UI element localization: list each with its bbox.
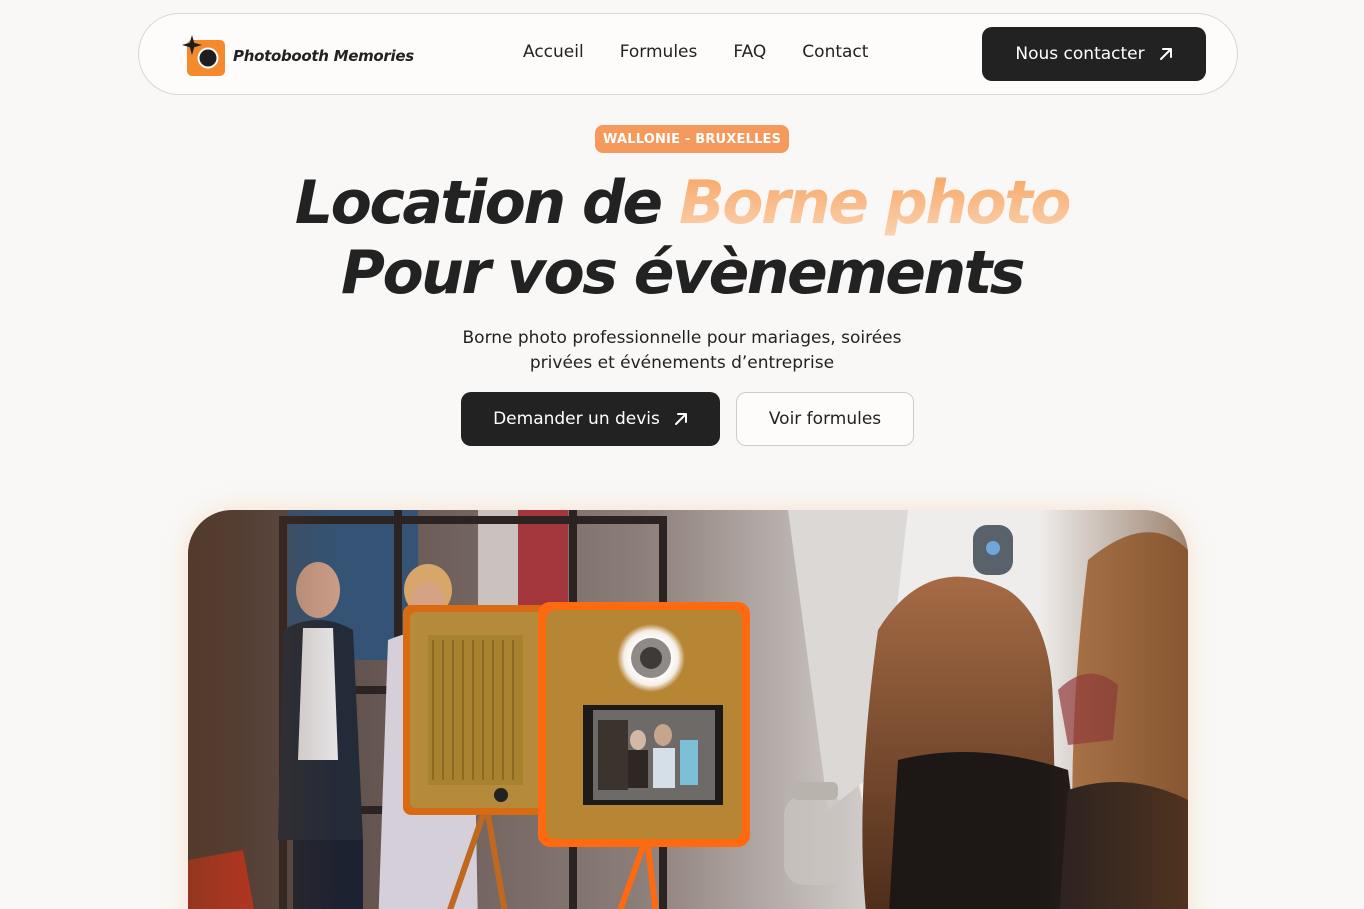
navbar: Photobooth Memories Accueil Formules FAQ… [138, 13, 1238, 95]
contact-button[interactable]: Nous contacter [982, 27, 1206, 81]
camera-sparkle-icon [182, 35, 225, 76]
arrow-up-right-icon [674, 413, 687, 425]
nav-link-formules[interactable]: Formules [620, 42, 698, 62]
contact-button-label: Nous contacter [1015, 44, 1145, 64]
nav-link-faq[interactable]: FAQ [733, 42, 766, 62]
arrow-up-right-icon [1159, 48, 1172, 60]
view-plans-button[interactable]: Voir formules [736, 392, 914, 446]
main-nav: Accueil Formules FAQ Contact [523, 42, 868, 62]
headline-accent: Borne photo [678, 168, 1072, 238]
nav-link-accueil[interactable]: Accueil [523, 42, 584, 62]
headline-part1: Location de [294, 168, 663, 238]
nav-link-contact[interactable]: Contact [802, 42, 868, 62]
hero-subtitle: Borne photo professionnelle pour mariage… [462, 328, 902, 373]
hero-headline: Location de Borne photo Pour vos évèneme… [0, 168, 1364, 308]
request-quote-button[interactable]: Demander un devis [461, 392, 720, 446]
headline-line2: Pour vos évènements [340, 238, 1026, 308]
region-badge: WALLONIE - BRUXELLES [595, 125, 790, 153]
brand-logo[interactable]: Photobooth Memories [181, 34, 414, 78]
brand-name: Photobooth Memories [233, 47, 414, 65]
photo-booth-image [188, 510, 1188, 909]
request-quote-label: Demander un devis [493, 409, 660, 429]
